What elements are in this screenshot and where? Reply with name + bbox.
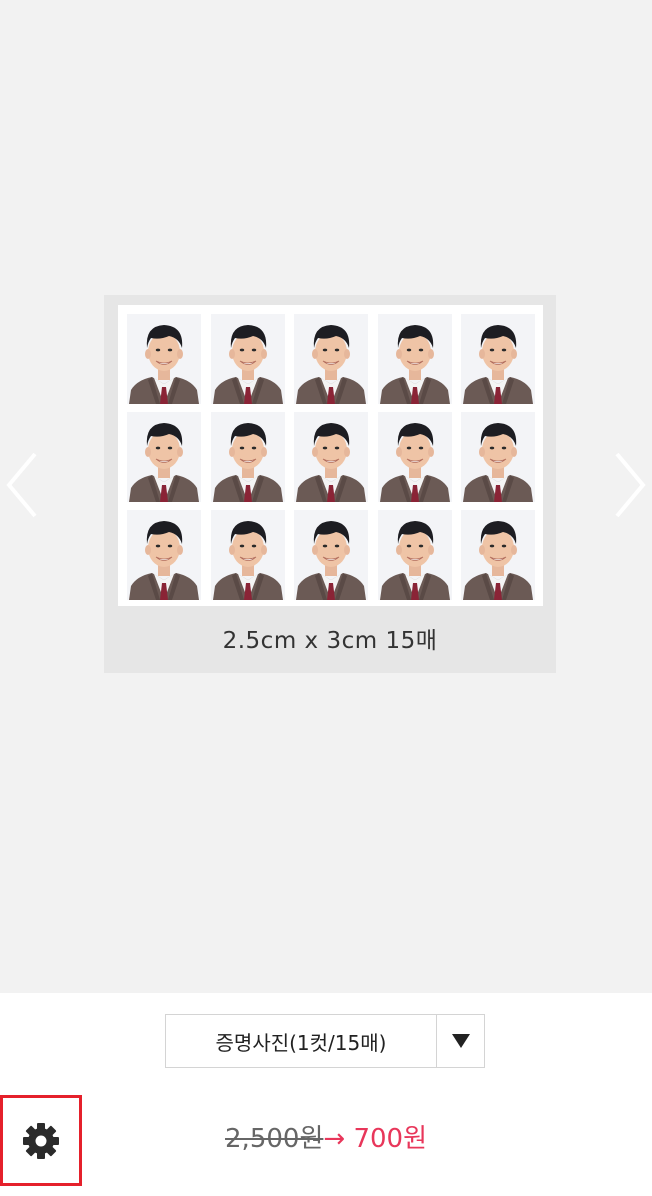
- chevron-left-icon: [6, 452, 37, 518]
- id-photo-thumbnail: [377, 314, 452, 404]
- id-photo-thumbnail: [127, 314, 201, 404]
- original-price: 2,500원: [225, 1124, 324, 1154]
- price-line: 2,500원→ 700원: [0, 1118, 652, 1155]
- id-photo-thumbnail: [210, 412, 285, 502]
- id-photo-thumbnail: [294, 314, 368, 404]
- photo-sheet: [118, 305, 543, 606]
- id-photo-thumbnail: [210, 510, 285, 600]
- id-photo-thumbnail: [127, 412, 201, 502]
- id-photo-thumbnail: [461, 510, 535, 600]
- price-arrow: →: [323, 1124, 346, 1154]
- id-photo-thumbnail: [294, 412, 368, 502]
- dropdown-arrow-button[interactable]: [436, 1015, 484, 1067]
- bottom-panel: 증명사진(1컷/15매) 2,500원→ 700원: [0, 993, 652, 1196]
- sale-price: 700원: [353, 1124, 427, 1154]
- id-photo-thumbnail: [461, 314, 535, 404]
- preview-area: 2.5cm x 3cm 15매: [0, 0, 652, 993]
- next-button[interactable]: [608, 448, 652, 522]
- product-select[interactable]: 증명사진(1컷/15매): [165, 1014, 485, 1068]
- triangle-down-icon: [451, 1034, 470, 1048]
- id-photo-thumbnail: [127, 510, 201, 600]
- chevron-right-icon: [615, 452, 646, 518]
- photo-grid: [127, 314, 535, 600]
- id-photo-thumbnail: [461, 412, 535, 502]
- previous-button[interactable]: [0, 448, 44, 522]
- id-photo-thumbnail: [377, 510, 452, 600]
- id-photo-thumbnail: [294, 510, 368, 600]
- size-caption: 2.5cm x 3cm 15매: [222, 628, 438, 654]
- id-photo-thumbnail: [377, 412, 452, 502]
- photo-sheet-card: 2.5cm x 3cm 15매: [104, 295, 556, 673]
- id-photo-thumbnail: [210, 314, 285, 404]
- product-select-value: 증명사진(1컷/15매): [215, 1030, 387, 1055]
